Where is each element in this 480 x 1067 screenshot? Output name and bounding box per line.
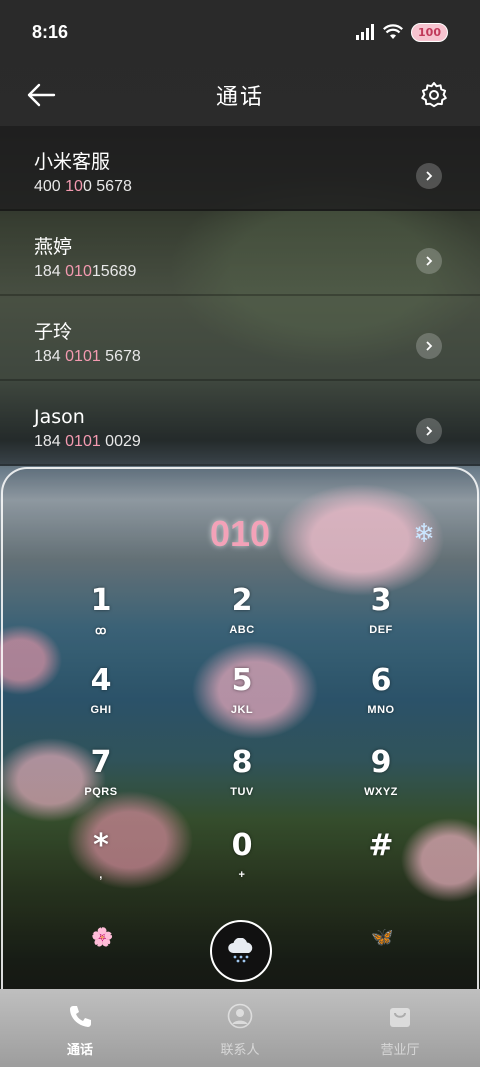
- snowflake-icon[interactable]: ❄: [413, 519, 435, 549]
- key-0[interactable]: 0 +: [197, 829, 287, 899]
- page-title: 通话: [215, 85, 264, 110]
- bag-icon: [390, 1008, 410, 1027]
- contact-name: 子玲: [34, 321, 73, 343]
- chevron-right-icon[interactable]: [416, 418, 442, 444]
- key-4[interactable]: 4 GHI: [56, 664, 146, 734]
- tab-service-hall[interactable]: 营业厅: [320, 989, 480, 1067]
- key-5[interactable]: 5 JKL: [197, 664, 287, 734]
- chevron-right-icon[interactable]: [416, 163, 442, 189]
- battery-icon: 100: [411, 22, 448, 42]
- dialpad: 010 ❄ 1 ꝏ 2 ABC 3 DEF 4 GHI 5 JKL 6 MNO …: [1, 467, 479, 1067]
- status-bar: 8:16 100: [0, 0, 480, 64]
- call-button[interactable]: [210, 920, 272, 982]
- bottom-tab-bar: 通话 联系人 营业厅: [0, 989, 480, 1067]
- contact-number: 184 0101 0029: [34, 433, 141, 450]
- arrow-left-icon[interactable]: [26, 81, 56, 109]
- key-8[interactable]: 8 TUV: [197, 746, 287, 816]
- key-2[interactable]: 2 ABC: [197, 584, 287, 654]
- dial-display[interactable]: 010: [3, 513, 477, 555]
- list-item[interactable]: 子玲 184 0101 5678: [0, 296, 480, 381]
- key-9[interactable]: 9 WXYZ: [336, 746, 426, 816]
- contact-number: 400 100 5678: [34, 178, 132, 195]
- wifi-icon: [383, 24, 404, 39]
- tab-label: 营业厅: [380, 1043, 420, 1058]
- key-hash[interactable]: #: [336, 829, 426, 899]
- chevron-right-icon[interactable]: [416, 333, 442, 359]
- key-3[interactable]: 3 DEF: [336, 584, 426, 654]
- key-7[interactable]: 7 PQRS: [56, 746, 146, 816]
- tab-label: 通话: [66, 1043, 93, 1058]
- signal-icon: [356, 24, 375, 40]
- contact-list: 小米客服 400 100 5678 燕婷 184 01015689 子玲 184…: [0, 126, 480, 466]
- gear-icon[interactable]: [420, 81, 448, 109]
- voicemail-icon: ꝏ: [95, 625, 107, 637]
- key-6[interactable]: 6 MNO: [336, 664, 426, 734]
- list-item[interactable]: Jason 184 0101 0029: [0, 381, 480, 466]
- contact-number: 184 01015689: [34, 263, 137, 280]
- status-icons: 100: [355, 22, 448, 42]
- chevron-right-icon[interactable]: [416, 248, 442, 274]
- tab-contacts[interactable]: 联系人: [160, 989, 320, 1067]
- tab-label: 联系人: [220, 1043, 260, 1058]
- status-time: 8:16: [32, 21, 69, 42]
- contact-name: 小米客服: [34, 151, 111, 173]
- key-1[interactable]: 1 ꝏ: [56, 584, 146, 654]
- tab-calls[interactable]: 通话: [0, 989, 160, 1067]
- contact-name: Jason: [34, 406, 85, 428]
- cloud-rain-icon: [228, 938, 253, 963]
- person-icon: [227, 1003, 253, 1029]
- header: 通话: [0, 64, 480, 126]
- flower-icon[interactable]: 🌸: [91, 927, 113, 948]
- list-item[interactable]: 燕婷 184 01015689: [0, 211, 480, 296]
- butterfly-icon[interactable]: 🦋: [371, 927, 393, 948]
- contact-number: 184 0101 5678: [34, 348, 141, 365]
- phone-icon: [70, 1006, 91, 1027]
- key-star[interactable]: * ,: [56, 829, 146, 899]
- contact-name: 燕婷: [34, 236, 73, 258]
- list-item[interactable]: 小米客服 400 100 5678: [0, 126, 480, 211]
